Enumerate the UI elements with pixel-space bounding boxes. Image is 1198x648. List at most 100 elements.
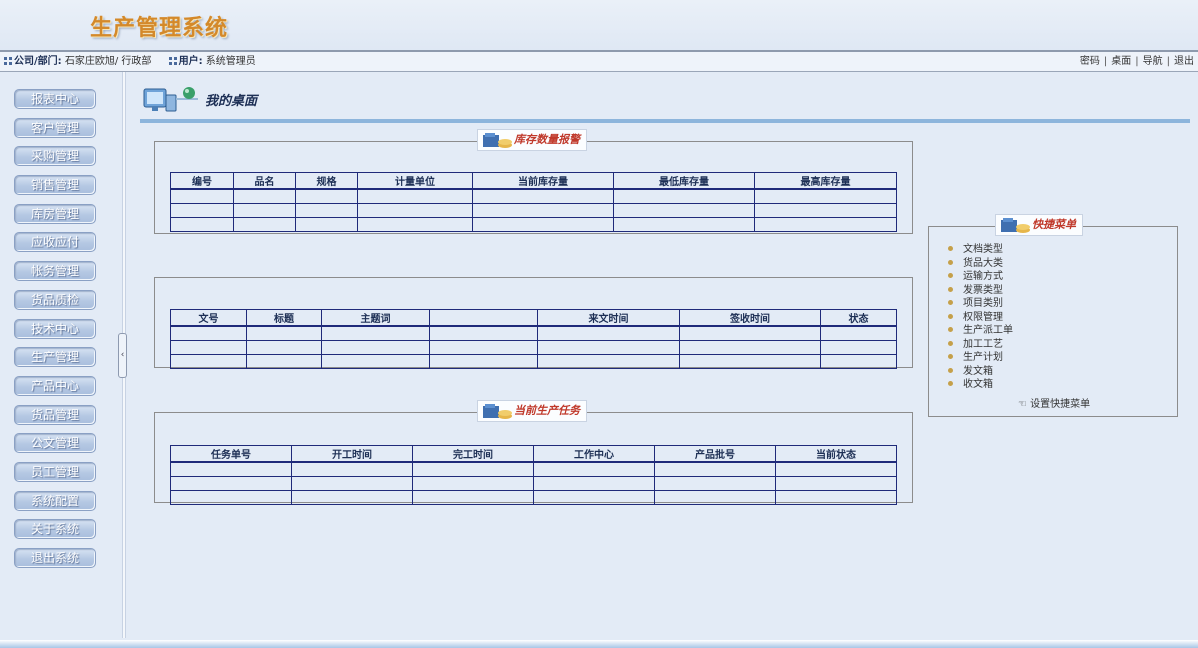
production-tasks-table: 任务单号 开工时间 完工时间 工作中心 产品批号 当前状态 bbox=[170, 445, 897, 505]
quick-menu-item[interactable]: 发文箱 bbox=[948, 365, 1013, 379]
bullet-icon bbox=[948, 340, 953, 346]
bullet-icon bbox=[948, 300, 953, 305]
nav-product-center[interactable]: 产品中心 bbox=[14, 375, 96, 396]
quick-menu-item[interactable]: 收文箱 bbox=[948, 378, 1013, 392]
column-header: 标题 bbox=[246, 309, 322, 327]
separator: | bbox=[1135, 56, 1139, 67]
stock-alarm-badge: 库存数量报警 bbox=[477, 129, 587, 151]
company-label: 公司/部门: bbox=[14, 56, 62, 67]
column-header: 规格 bbox=[295, 172, 358, 190]
bullet-icon bbox=[948, 367, 953, 373]
footer-bar bbox=[0, 640, 1198, 648]
table-row bbox=[170, 353, 897, 369]
collapse-sidebar-button[interactable]: ‹ bbox=[118, 333, 127, 378]
page-title: 我的桌面 bbox=[205, 94, 258, 109]
info-left: 公司/部门: 石家庄欧旭/ 行政部 用户: 系统管理员 bbox=[4, 52, 270, 71]
bullet-icon bbox=[948, 286, 953, 292]
navigation-link[interactable]: 导航 bbox=[1143, 56, 1163, 67]
documents-table: 文号 标题 主题词 来文时间 签收时间 状态 bbox=[170, 309, 897, 369]
grid-icon bbox=[168, 57, 177, 65]
quick-menu-item[interactable]: 生产计划 bbox=[948, 351, 1013, 365]
nav-report-center[interactable]: 报表中心 bbox=[14, 89, 96, 109]
table-row bbox=[170, 325, 897, 341]
quick-menu-item[interactable]: 发票类型 bbox=[948, 284, 1013, 298]
nav-warehouse[interactable]: 库房管理 bbox=[14, 203, 96, 224]
user-value: 系统管理员 bbox=[205, 56, 256, 67]
quick-menu-list: 文档类型 货品大类 运输方式 发票类型 项目类别 权限管理 生产派工单 加工工艺… bbox=[948, 243, 1013, 392]
column-header: 主题词 bbox=[321, 309, 430, 327]
quick-menu-title: 快捷菜单 bbox=[1032, 218, 1076, 231]
set-quick-menu-link[interactable]: ☜ 设置快捷菜单 bbox=[1018, 395, 1090, 410]
column-header: 来文时间 bbox=[537, 309, 680, 327]
table-row bbox=[170, 339, 897, 355]
column-header: 文号 bbox=[170, 309, 247, 327]
column-header: 开工时间 bbox=[291, 445, 413, 463]
column-header: 任务单号 bbox=[170, 445, 292, 463]
nav-customer[interactable]: 客户管理 bbox=[14, 117, 96, 138]
table-row bbox=[170, 202, 897, 218]
stock-alarm-table: 编号 品名 规格 计量单位 当前库存量 最低库存量 最高库存量 bbox=[170, 172, 897, 232]
nav-quality-check[interactable]: 货品质检 bbox=[14, 289, 96, 310]
bullet-icon bbox=[948, 259, 953, 265]
quick-menu-item[interactable]: 加工工艺 bbox=[948, 338, 1013, 352]
title-divider bbox=[140, 119, 1190, 123]
quick-menu-item[interactable]: 项目类别 bbox=[948, 297, 1013, 311]
chevron-left-icon: ‹ bbox=[120, 350, 125, 360]
column-header: 最高库存量 bbox=[754, 172, 897, 190]
nav-purchase[interactable]: 采购管理 bbox=[14, 146, 96, 167]
table-header-row: 文号 标题 主题词 来文时间 签收时间 状态 bbox=[170, 309, 897, 327]
quick-menu-item[interactable]: 生产派工单 bbox=[948, 324, 1013, 338]
pointing-hand-icon: ☜ bbox=[1018, 399, 1027, 410]
column-header: 状态 bbox=[820, 309, 897, 327]
nav-about[interactable]: 关于系统 bbox=[14, 519, 96, 540]
separator: | bbox=[1166, 56, 1170, 67]
column-header: 当前库存量 bbox=[472, 172, 614, 190]
column-header: 最低库存量 bbox=[613, 172, 755, 190]
header: 生产管理系统 bbox=[0, 0, 1198, 50]
nav-goods[interactable]: 货品管理 bbox=[14, 404, 96, 425]
nav-accounts[interactable]: 帐务管理 bbox=[14, 261, 96, 282]
user-label: 用户: bbox=[178, 56, 203, 67]
nav-system-config[interactable]: 系统配置 bbox=[14, 490, 96, 511]
column-header: 工作中心 bbox=[533, 445, 655, 463]
computer-icon bbox=[143, 87, 198, 112]
quick-menu-item[interactable]: 文档类型 bbox=[948, 243, 1013, 257]
nav-sales[interactable]: 销售管理 bbox=[14, 175, 96, 196]
folder-coins-icon bbox=[483, 133, 512, 148]
column-header: 编号 bbox=[170, 172, 234, 190]
production-tasks-badge: 当前生产任务 bbox=[477, 400, 587, 422]
table-row bbox=[170, 489, 897, 505]
password-link[interactable]: 密码 bbox=[1080, 56, 1100, 67]
app-title: 生产管理系统 bbox=[90, 15, 229, 41]
column-header: 签收时间 bbox=[679, 309, 821, 327]
nav-exit[interactable]: 退出系统 bbox=[14, 548, 96, 568]
bullet-icon bbox=[948, 246, 953, 251]
separator: | bbox=[1103, 56, 1108, 67]
nav-documents[interactable]: 公文管理 bbox=[14, 433, 96, 454]
table-header-row: 任务单号 开工时间 完工时间 工作中心 产品批号 当前状态 bbox=[170, 445, 897, 463]
folder-coins-icon bbox=[483, 404, 512, 419]
quick-menu-item[interactable]: 货品大类 bbox=[948, 257, 1013, 271]
bullet-icon bbox=[948, 327, 953, 332]
set-quick-menu-label: 设置快捷菜单 bbox=[1030, 399, 1091, 410]
folder-coins-icon bbox=[1001, 218, 1030, 233]
bullet-icon bbox=[948, 273, 953, 278]
column-header: 完工时间 bbox=[412, 445, 534, 463]
column-header: 产品批号 bbox=[654, 445, 776, 463]
table-row bbox=[170, 475, 897, 491]
table-header-row: 编号 品名 规格 计量单位 当前库存量 最低库存量 最高库存量 bbox=[170, 172, 897, 190]
desktop-link[interactable]: 桌面 bbox=[1111, 56, 1131, 67]
nav-employees[interactable]: 员工管理 bbox=[14, 461, 96, 482]
top-links: 密码 | 桌面 | 导航 | 退出 bbox=[1080, 52, 1194, 71]
quick-menu-item[interactable]: 权限管理 bbox=[948, 311, 1013, 325]
bullet-icon bbox=[948, 354, 953, 359]
nav-tech-center[interactable]: 技术中心 bbox=[14, 318, 96, 339]
logout-link[interactable]: 退出 bbox=[1174, 56, 1194, 67]
bullet-icon bbox=[948, 313, 953, 319]
company-value: 石家庄欧旭/ 行政部 bbox=[64, 56, 152, 67]
quick-menu-item[interactable]: 运输方式 bbox=[948, 270, 1013, 284]
production-tasks-title: 当前生产任务 bbox=[514, 404, 580, 417]
nav-receivable-payable[interactable]: 应收应付 bbox=[14, 232, 96, 253]
quick-menu-badge: 快捷菜单 bbox=[995, 214, 1083, 236]
nav-production[interactable]: 生产管理 bbox=[14, 347, 96, 368]
